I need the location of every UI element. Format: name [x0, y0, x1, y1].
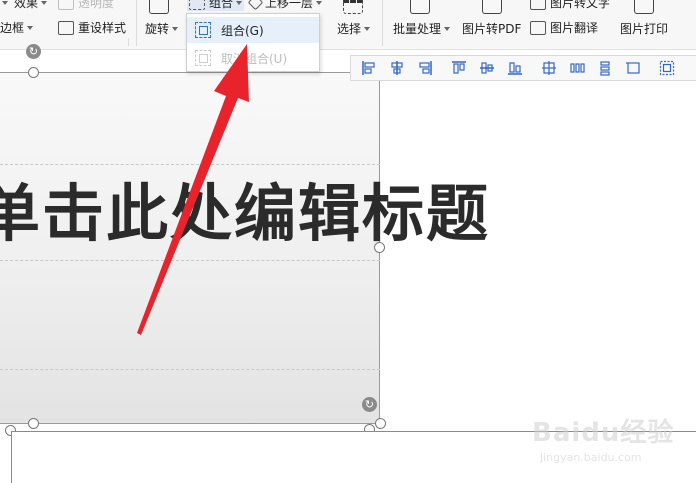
resize-handle-top[interactable]	[28, 67, 39, 78]
dashed-guide	[0, 260, 380, 261]
distribute-horizontal-icon[interactable]	[569, 60, 585, 76]
rotate-handle-icon[interactable]: ↻	[26, 44, 41, 59]
chevron-down-icon	[236, 0, 243, 5]
rotate-button[interactable]: 旋转	[145, 20, 179, 37]
chevron-down-icon	[364, 26, 371, 31]
ribbon-divider	[136, 0, 137, 46]
align-right-icon[interactable]	[417, 60, 433, 76]
batch-icon	[410, 0, 430, 14]
ribbon-divider	[382, 0, 383, 46]
align-center-icon[interactable]	[389, 60, 405, 76]
align-middle-icon[interactable]	[479, 60, 495, 76]
border-label: 边框	[0, 21, 25, 35]
effects-label: 效果	[14, 0, 39, 10]
watermark-logo: Baidu经验	[532, 418, 675, 448]
batch-label: 批量处理	[393, 22, 442, 36]
watermark-url: jingyan.baidu.com	[540, 451, 642, 464]
group-objects-icon[interactable]	[659, 60, 675, 76]
chevron-down-icon	[444, 26, 451, 31]
reset-style-icon	[58, 20, 74, 35]
bring-forward-label: 上移一层	[265, 0, 314, 10]
pdf-icon	[482, 0, 502, 14]
group-dropdown-menu: 组合(G) 取消组合(U)	[186, 13, 320, 72]
distribute-vertical-icon[interactable]	[597, 60, 613, 76]
align-left-icon[interactable]	[361, 60, 377, 76]
group-icon	[195, 22, 211, 38]
select-icon	[343, 0, 363, 14]
print-button[interactable]: 图片打印	[620, 20, 668, 37]
ocr-icon	[530, 0, 546, 10]
translate-label: 图片翻译	[550, 21, 599, 35]
group-button[interactable]: 组合	[187, 0, 245, 11]
transparency-label: 透明度	[78, 0, 115, 10]
chevron-down-icon	[172, 26, 179, 31]
menu-item-ungroup-label: 取消组合(U)	[221, 51, 288, 66]
menu-item-group-label: 组合(G)	[221, 23, 264, 38]
printer-icon	[634, 0, 654, 14]
transparency-button[interactable]: 透明度	[58, 0, 114, 11]
print-label: 图片打印	[620, 22, 669, 36]
chevron-down-icon	[41, 0, 48, 5]
resize-handle-bottom-left[interactable]	[28, 418, 39, 429]
reset-style-label: 重设样式	[78, 21, 127, 35]
rotate-icon	[149, 0, 169, 14]
transparency-icon	[58, 0, 74, 10]
select-button[interactable]: 选择	[337, 20, 371, 37]
alignment-toolbar	[350, 55, 696, 81]
chevron-down-icon	[2, 0, 8, 5]
to-pdf-button[interactable]: 图片转PDF	[462, 20, 521, 37]
ungroup-icon	[195, 50, 211, 66]
align-top-icon[interactable]	[451, 60, 467, 76]
rotate-label: 旋转	[145, 22, 170, 36]
to-text-label: 图片转文字	[550, 0, 611, 10]
select-label: 选择	[337, 22, 362, 36]
translate-icon	[530, 20, 546, 35]
dashed-guide	[0, 369, 380, 370]
ribbon-toolbar: 效果 透明度 边框 重设样式 旋转 组合 上移一层 选择 批量处理 图片转PDF…	[0, 0, 696, 50]
group-icon	[189, 0, 205, 10]
menu-item-group[interactable]: 组合(G)	[187, 17, 319, 43]
to-pdf-label: 图片转PDF	[462, 22, 522, 36]
resize-handle-right[interactable]	[374, 242, 385, 253]
bring-forward-button[interactable]: 上移一层	[247, 0, 323, 11]
align-center-both-icon[interactable]	[541, 60, 557, 76]
translate-button[interactable]: 图片翻译	[530, 19, 598, 36]
menu-item-ungroup[interactable]: 取消组合(U)	[187, 45, 319, 71]
layer-up-icon	[247, 0, 264, 11]
chevron-down-icon	[316, 0, 323, 5]
baidu-jingyan-watermark: Baidu经验 jingyan.baidu.com	[532, 412, 682, 472]
align-bottom-icon[interactable]	[507, 60, 523, 76]
resize-handle-corner[interactable]	[375, 418, 386, 429]
reset-style-button[interactable]: 重设样式	[58, 19, 126, 36]
chevron-down-icon	[27, 25, 34, 30]
ribbon-corner-mark	[128, 38, 129, 46]
to-text-button[interactable]: 图片转文字	[530, 0, 610, 11]
rotate-handle-icon[interactable]: ↻	[362, 397, 377, 412]
align-to-slide-icon[interactable]	[625, 60, 641, 76]
batch-process-button[interactable]: 批量处理	[393, 20, 451, 37]
border-button[interactable]: 边框	[0, 19, 34, 36]
group-label: 组合	[209, 0, 234, 10]
effects-button[interactable]: 效果	[2, 0, 48, 11]
slide-title-text[interactable]: 单击此处编辑标题	[0, 163, 490, 253]
